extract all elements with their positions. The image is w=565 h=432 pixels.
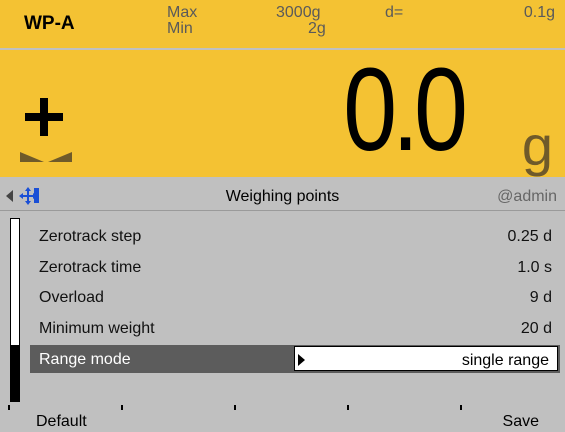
weight-unit: g	[521, 114, 553, 177]
left-triangle-icon	[20, 152, 44, 162]
setting-row-zerotrack-step[interactable]: Zerotrack step 0.25 d	[30, 222, 560, 250]
softkey-divider	[8, 405, 10, 410]
setting-label: Minimum weight	[39, 320, 155, 337]
d-value: 0.1g	[523, 4, 555, 21]
setting-value: 1.0 s	[517, 259, 552, 276]
default-button[interactable]: Default	[36, 413, 87, 431]
weighing-point-name: WP-A	[24, 13, 75, 34]
scrollbar[interactable]	[10, 218, 20, 402]
setting-row-minimum-weight[interactable]: Minimum weight 20 d	[30, 314, 560, 342]
softkey-divider	[121, 405, 123, 410]
setting-label: Zerotrack step	[39, 228, 142, 245]
setting-label: Overload	[39, 289, 104, 306]
max-label: Max	[167, 4, 198, 21]
min-label: Min	[167, 20, 193, 37]
weight-display: 0.0 g	[0, 44, 565, 177]
setting-label: Zerotrack time	[39, 259, 142, 276]
max-capacity: 3000g	[276, 4, 321, 21]
setting-label: Range mode	[39, 351, 131, 368]
softkey-divider	[460, 405, 462, 410]
menu-title-bar: Weighing points @admin	[0, 182, 565, 211]
plus-sign-icon	[25, 98, 63, 136]
page-title: Weighing points	[225, 188, 340, 205]
setting-value: 9 d	[529, 289, 552, 306]
softkey-divider	[234, 405, 236, 410]
setting-value: 20 d	[520, 320, 552, 337]
softkey-divider	[347, 405, 349, 410]
save-button[interactable]: Save	[503, 413, 539, 431]
setting-row-zerotrack-time[interactable]: Zerotrack time 1.0 s	[30, 253, 560, 281]
setting-row-overload[interactable]: Overload 9 d	[30, 283, 560, 311]
setting-row-range-mode[interactable]: Range mode single range	[30, 345, 560, 373]
scale-info-header: WP-A Max Min 3000g 2g d= 0.1g	[0, 0, 565, 48]
weight-value: 0.0	[343, 44, 468, 176]
d-label: d=	[385, 4, 404, 21]
range-mode-value: single range	[461, 352, 549, 369]
setting-value: 0.25 d	[507, 228, 552, 245]
user-label: @admin	[497, 188, 557, 205]
scrollbar-thumb[interactable]	[11, 345, 19, 401]
right-triangle-icon	[48, 152, 72, 162]
softkey-bar: Default Save	[0, 405, 565, 432]
play-arrow-icon	[298, 354, 305, 366]
min-capacity: 2g	[308, 20, 326, 37]
range-mode-select[interactable]: single range	[294, 346, 558, 371]
